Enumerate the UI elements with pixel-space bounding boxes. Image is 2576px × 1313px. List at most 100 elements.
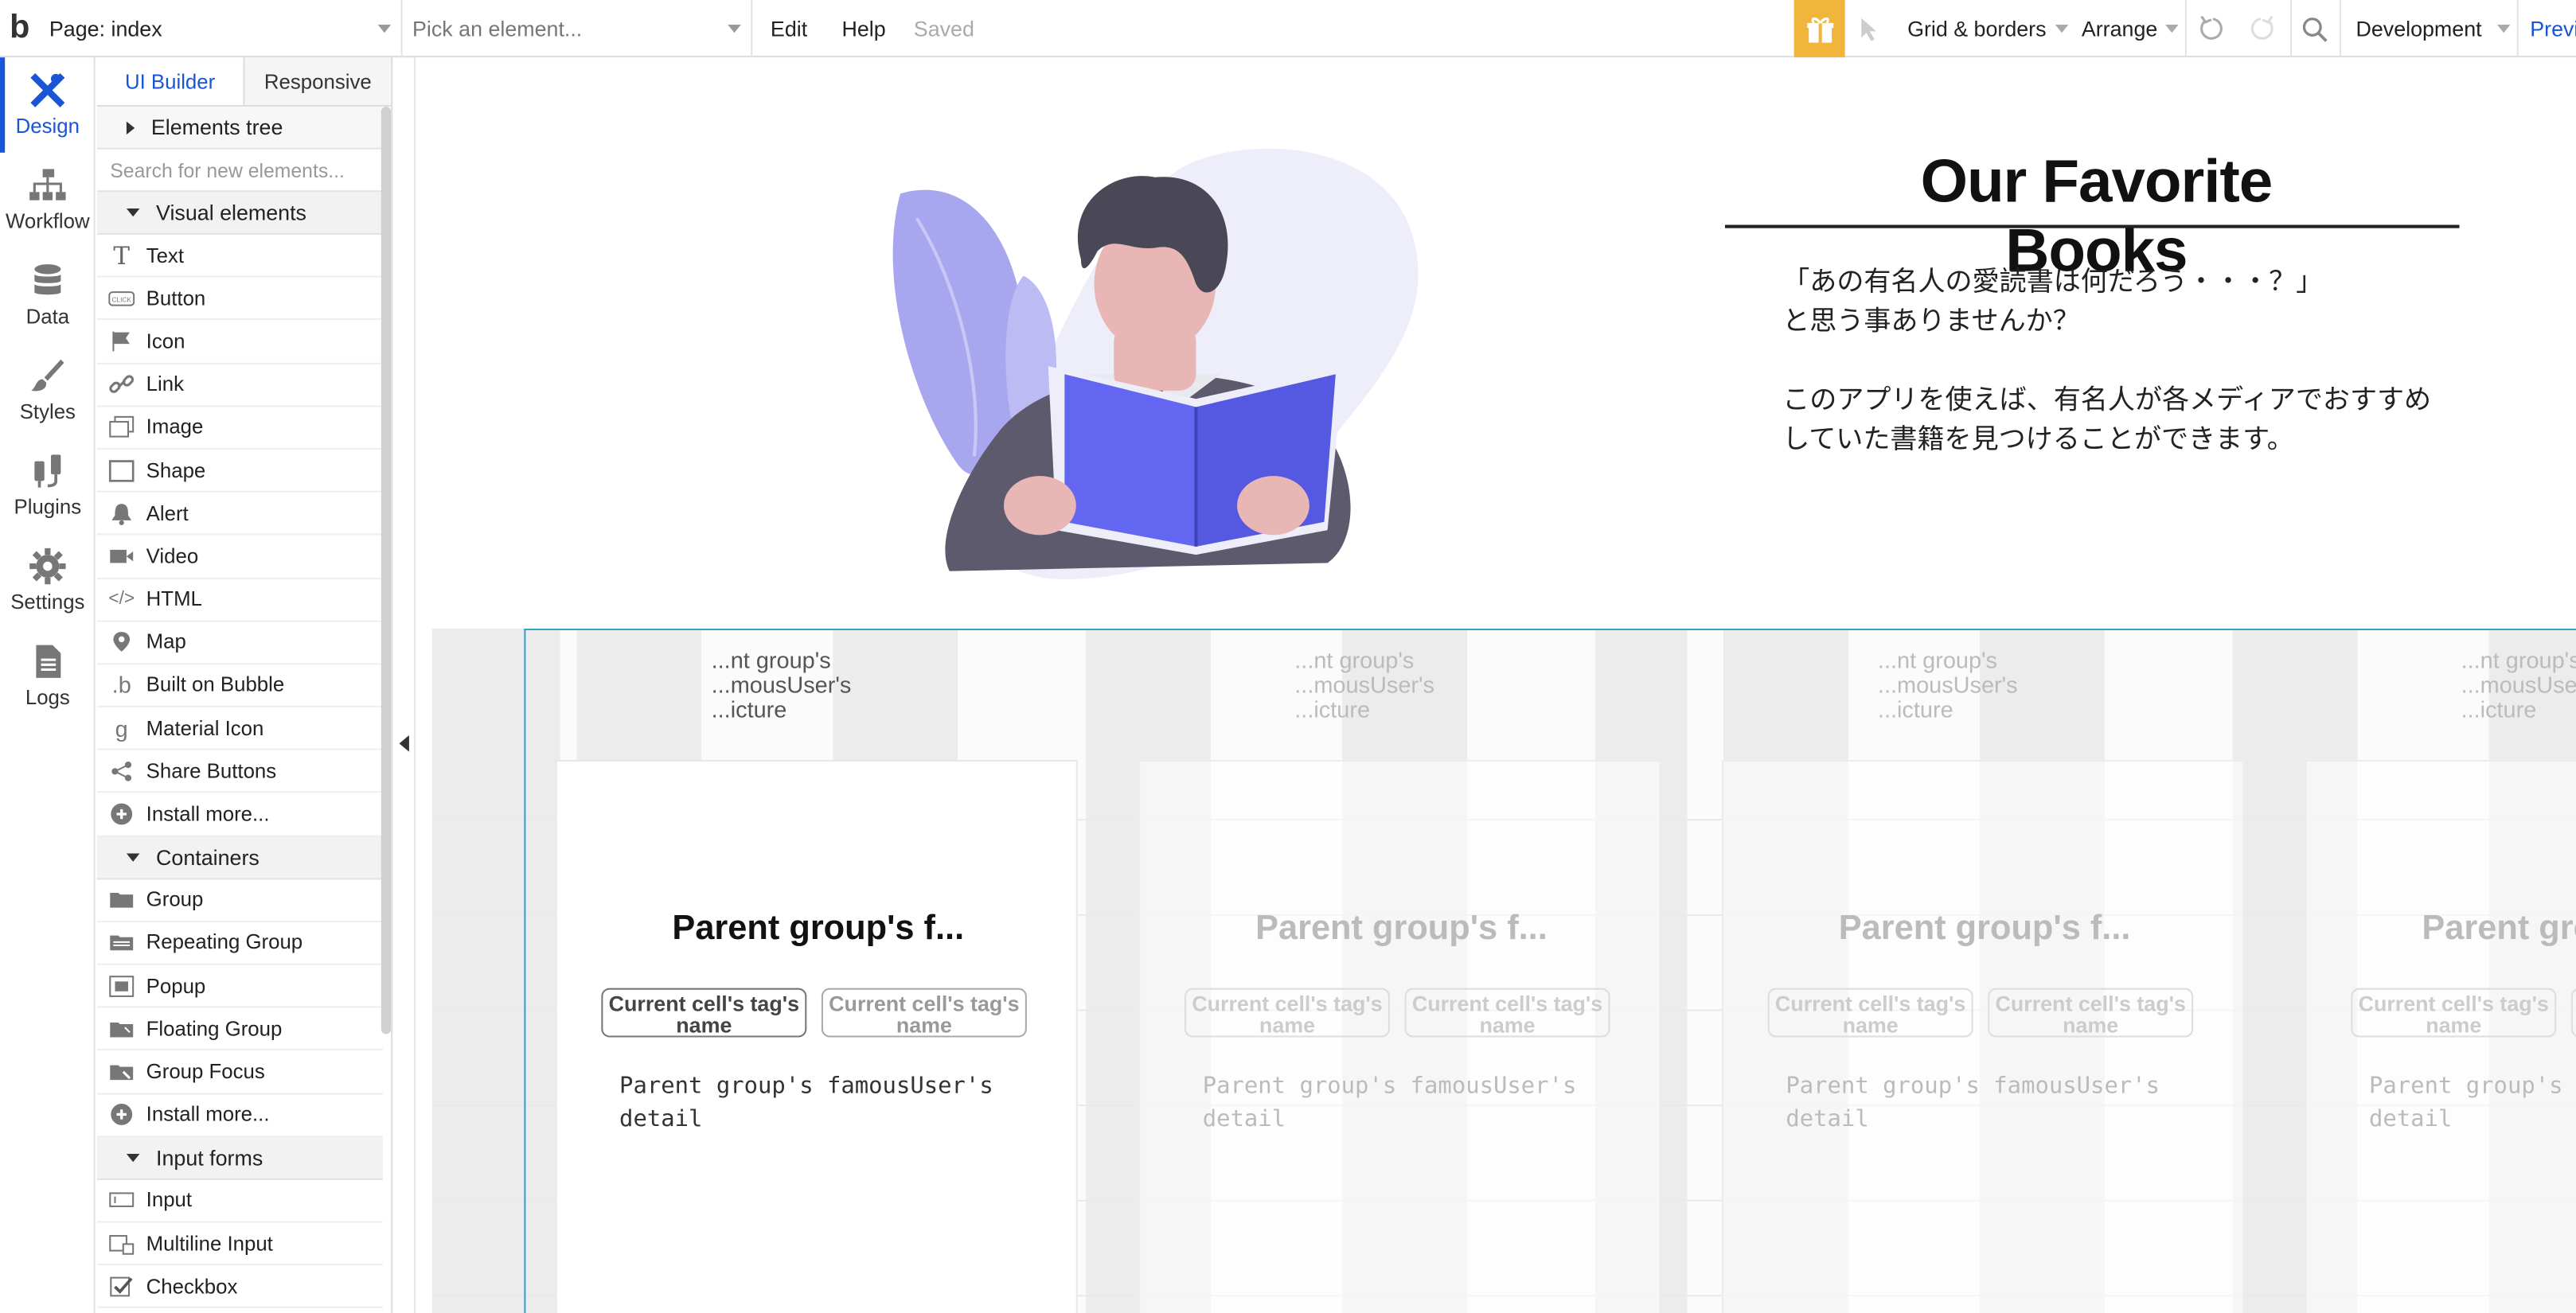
tab-responsive[interactable]: Responsive (243, 57, 392, 105)
collapse-panel-icon[interactable] (399, 735, 409, 752)
palette-item-floating-group[interactable]: Floating Group (96, 1008, 383, 1051)
palette-item-image[interactable]: Image (96, 407, 383, 450)
redo-icon[interactable] (2247, 15, 2275, 43)
palette-item-label: Floating Group (146, 1017, 283, 1041)
palette-item-html[interactable]: </> HTML (96, 579, 383, 622)
palette-item-group-focus[interactable]: Group Focus (96, 1051, 383, 1094)
chevron-right-icon (126, 120, 135, 134)
card-detail[interactable]: Parent group's famousUser's detail (619, 1070, 1030, 1136)
hero-text-line: していた書籍を見つけることができます。 (1782, 423, 2294, 455)
card-title[interactable]: Parent group's f... (557, 910, 1079, 949)
section-visual-label: Visual elements (156, 200, 306, 225)
undo-icon[interactable] (2198, 15, 2226, 43)
famous-user-picture[interactable]: ...nt group's...mousUser's...icture (1878, 648, 2018, 723)
palette-item-label: Group Focus (146, 1060, 265, 1084)
gift-button[interactable] (1793, 0, 1845, 58)
hero-description[interactable]: 「あの有名人の愛読書は何だろう・・・？」 と思う事ありませんか？ このアプリを使… (1782, 263, 2488, 460)
card-title[interactable]: Parent group's f... (1723, 910, 2246, 949)
palette-item-label: Group (146, 888, 204, 912)
tag-button[interactable]: Current cell's tag's name (2351, 988, 2557, 1038)
picture-label-line: ...mousUser's (2461, 671, 2576, 698)
nav-styles[interactable]: Styles (0, 343, 96, 438)
chevron-down-icon (2054, 24, 2068, 33)
nav-workflow[interactable]: Workflow (0, 153, 96, 248)
card-title[interactable]: Parent group's f... (2307, 910, 2576, 949)
tag-button[interactable]: Current cell's tag's name (1404, 988, 1610, 1038)
palette-item-multiline-input[interactable]: Multiline Input (96, 1222, 383, 1266)
picture-label-line: ...icture (2461, 695, 2537, 723)
palette-item-input[interactable]: Input (96, 1179, 383, 1223)
famous-user-card[interactable]: Parent group's f... Current cell's tag's … (555, 759, 1079, 1313)
tag-button[interactable]: Current cell's tag's name (1767, 988, 1973, 1038)
element-search-input[interactable]: Search for new elements... (96, 150, 383, 193)
grid-borders-label: Grid & borders (1907, 16, 2047, 41)
arrange-menu[interactable]: Arrange (2082, 0, 2180, 57)
floating-group-icon (97, 1017, 146, 1040)
famous-user-picture[interactable]: ...nt group's...mousUser's...icture (712, 648, 852, 723)
gear-icon (29, 547, 66, 585)
search-icon[interactable] (2301, 17, 2328, 43)
palette-item-install-more[interactable]: Install more... (96, 793, 383, 837)
section-visual-elements[interactable]: Visual elements (96, 192, 383, 235)
nav-plugins[interactable]: Plugins (0, 438, 96, 534)
palette-item-icon[interactable]: Icon (96, 321, 383, 364)
picture-label-line: ...nt group's (2461, 646, 2576, 673)
page-select[interactable]: Page: index (40, 0, 403, 57)
palette-item-group[interactable]: Group (96, 879, 383, 922)
edit-menu[interactable]: Edit (752, 16, 825, 41)
palette-item-share-buttons[interactable]: Share Buttons (96, 750, 383, 794)
palette-item-label: Alert (146, 501, 189, 525)
nav-design-label: Design (15, 115, 80, 138)
palette-item-built-on-bubble[interactable]: .b Built on Bubble (96, 664, 383, 708)
checkbox-icon (97, 1275, 146, 1298)
palette-item-shape[interactable]: Shape (96, 450, 383, 493)
palette-item-button[interactable]: CLICK Button (96, 278, 383, 321)
tag-button[interactable]: Current cell's tag's name (1184, 988, 1390, 1038)
palette-item-repeating-group[interactable]: Repeating Group (96, 922, 383, 965)
famous-user-picture[interactable]: ...nt group's...mousUser's...icture (2461, 646, 2576, 723)
section-input-forms[interactable]: Input forms (96, 1136, 383, 1180)
card-detail[interactable]: Parent group's famousUser's detail (2369, 1070, 2576, 1136)
palette-item-label: Repeating Group (146, 931, 303, 955)
famous-user-card[interactable]: Parent group's f... Current cell's tag's … (1138, 759, 1662, 1313)
tag-button[interactable]: Current cell's tag's name (1988, 988, 2194, 1038)
video-icon (97, 545, 146, 568)
section-containers[interactable]: Containers (96, 836, 383, 879)
card-detail[interactable]: Parent group's famousUser's detail (1203, 1070, 1614, 1136)
palette-item-text[interactable]: T Text (96, 235, 383, 278)
environment-select[interactable]: Development (2355, 0, 2510, 57)
palette-item-checkbox[interactable]: Checkbox (96, 1265, 383, 1309)
nav-plugins-label: Plugins (14, 495, 82, 519)
tag-button[interactable]: Current cell's tag's name (821, 988, 1027, 1038)
tab-ui-builder[interactable]: UI Builder (97, 57, 244, 105)
palette-scrollbar[interactable] (381, 107, 392, 1034)
nav-data[interactable]: Data (0, 247, 96, 343)
card-title[interactable]: Parent group's f... (1140, 910, 1662, 949)
famous-user-picture[interactable]: ...nt group's...mousUser's...icture (1294, 648, 1434, 723)
nav-logs[interactable]: Logs (0, 629, 96, 724)
palette-item-alert[interactable]: Alert (96, 493, 383, 536)
card-detail[interactable]: Parent group's famousUser's detail (1786, 1070, 2196, 1136)
famous-user-card[interactable]: Parent group's f... Current cell's tag's … (2305, 759, 2576, 1313)
palette-item-popup[interactable]: Popup (96, 965, 383, 1008)
famous-user-card[interactable]: Parent group's f... Current cell's tag's … (1721, 759, 2246, 1313)
cursor-icon[interactable] (1858, 17, 1881, 43)
tag-button[interactable]: Current cell's tag's name (601, 988, 807, 1038)
grid-borders-menu[interactable]: Grid & borders (1907, 0, 2068, 57)
palette-item-material-icon[interactable]: g Material Icon (96, 707, 383, 751)
nav-settings[interactable]: Settings (0, 533, 96, 629)
help-menu[interactable]: Help (825, 16, 904, 41)
design-canvas[interactable]: Our Favorite Books 「あの有名人の愛読書は何だろう・・・？」 … (414, 57, 2576, 1313)
palette-item-install-more[interactable]: Install more... (96, 1094, 383, 1137)
bubble-logo[interactable]: b (0, 0, 40, 56)
palette-item-map[interactable]: Map (96, 621, 383, 665)
palette-item-video[interactable]: Video (96, 536, 383, 579)
preview-button[interactable]: Previ (2530, 0, 2576, 57)
nav-design[interactable]: Design (0, 57, 96, 153)
elements-tree-toggle[interactable]: Elements tree (96, 107, 383, 150)
tag-button[interactable]: Current cell's tag's name (2570, 988, 2576, 1038)
shape-icon (97, 459, 146, 482)
palette-item-link[interactable]: Link (96, 364, 383, 407)
element-picker[interactable]: Pick an element... (403, 0, 753, 57)
brush-icon (31, 359, 64, 392)
